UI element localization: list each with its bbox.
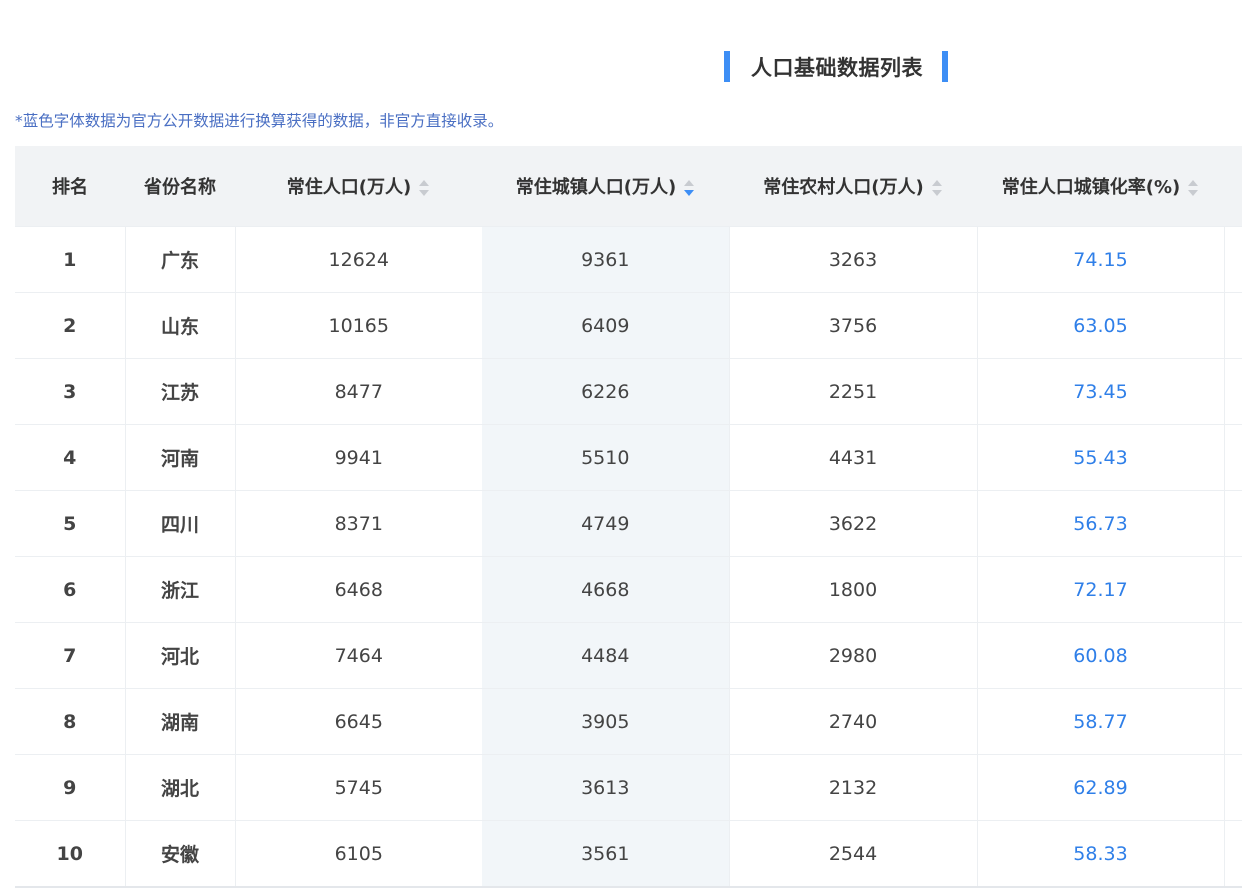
table-row: 8 湖南 6645 3905 2740 58.77 [15,688,1242,755]
cell-rural-population: 2740 [729,688,978,755]
header-urbanization-rate[interactable]: 常住人口城镇化率(%) [977,146,1224,227]
cell-extra [1224,424,1242,491]
cell-rank: 8 [15,688,126,755]
header-rural-population[interactable]: 常住农村人口(万人) [729,146,977,227]
sort-descending-icon[interactable] [684,180,695,196]
cell-rural-population: 2132 [729,754,978,821]
cell-urban-population: 4749 [482,490,730,557]
cell-urban-population: 6226 [482,358,730,425]
cell-urbanization-rate: 62.89 [977,754,1225,821]
cell-population: 6468 [235,556,482,623]
table-row: 4 河南 9941 5510 4431 55.43 [15,424,1242,491]
cell-extra [1224,292,1242,359]
header-rank: 排名 [15,146,125,227]
cell-province: 湖北 [125,754,236,821]
table-row: 2 山东 10165 6409 3756 63.05 [15,292,1242,359]
section-title: 人口基础数据列表 [724,51,948,82]
cell-province: 山东 [125,292,236,359]
cell-rank: 5 [15,490,126,557]
cell-rank: 2 [15,292,126,359]
cell-population: 7464 [235,622,482,689]
cell-extra [1224,556,1242,623]
cell-province: 广东 [125,226,236,293]
cell-urban-population: 4484 [482,622,730,689]
cell-extra [1224,226,1242,293]
header-province: 省份名称 [125,146,235,227]
cell-rural-population: 3756 [729,292,978,359]
cell-urbanization-rate: 60.08 [977,622,1225,689]
header-population[interactable]: 常住人口(万人) [235,146,482,227]
cell-rural-population: 1800 [729,556,978,623]
cell-urbanization-rate: 73.45 [977,358,1225,425]
table-row: 1 广东 12624 9361 3263 74.15 [15,226,1242,293]
cell-rural-population: 4431 [729,424,978,491]
cell-rank: 4 [15,424,126,491]
sort-icon[interactable] [1188,180,1199,196]
title-bar-left [724,51,730,82]
cell-province: 江苏 [125,358,236,425]
cell-rural-population: 2980 [729,622,978,689]
title-bar-right [942,51,948,82]
cell-province: 河南 [125,424,236,491]
cell-urbanization-rate: 58.33 [977,820,1225,888]
header-urban-population[interactable]: 常住城镇人口(万人) [482,146,729,227]
table-header-row: 排名 省份名称 常住人口(万人) 常住城镇人口(万人) 常住农村人口(万人) 常… [15,146,1242,227]
cell-urban-population: 9361 [482,226,730,293]
cell-rank: 7 [15,622,126,689]
cell-extra [1224,820,1242,888]
table-row: 9 湖北 5745 3613 2132 62.89 [15,754,1242,821]
cell-extra [1224,490,1242,557]
cell-population: 6105 [235,820,482,888]
cell-urbanization-rate: 74.15 [977,226,1225,293]
cell-rank: 9 [15,754,126,821]
cell-urbanization-rate: 63.05 [977,292,1225,359]
sort-icon[interactable] [931,180,943,196]
header-extra [1224,146,1242,227]
cell-extra [1224,688,1242,755]
cell-urbanization-rate: 72.17 [977,556,1225,623]
cell-rural-population: 3622 [729,490,978,557]
table-row: 5 四川 8371 4749 3622 56.73 [15,490,1242,557]
cell-rank: 1 [15,226,126,293]
cell-urban-population: 3613 [482,754,730,821]
cell-rural-population: 3263 [729,226,978,293]
table-row: 6 浙江 6468 4668 1800 72.17 [15,556,1242,623]
population-table: 排名 省份名称 常住人口(万人) 常住城镇人口(万人) 常住农村人口(万人) 常… [15,146,1242,888]
sort-icon[interactable] [419,180,430,196]
cell-population: 6645 [235,688,482,755]
table-row: 7 河北 7464 4484 2980 60.08 [15,622,1242,689]
cell-urban-population: 3905 [482,688,730,755]
cell-population: 9941 [235,424,482,491]
table-row: 3 江苏 8477 6226 2251 73.45 [15,358,1242,425]
cell-province: 四川 [125,490,236,557]
cell-rank: 10 [15,820,126,888]
cell-urban-population: 4668 [482,556,730,623]
cell-population: 5745 [235,754,482,821]
cell-urban-population: 3561 [482,820,730,888]
cell-rank: 3 [15,358,126,425]
cell-population: 12624 [235,226,482,293]
cell-extra [1224,754,1242,821]
cell-urbanization-rate: 58.77 [977,688,1225,755]
table-row: 10 安徽 6105 3561 2544 58.33 [15,820,1242,888]
cell-population: 8371 [235,490,482,557]
cell-province: 浙江 [125,556,236,623]
cell-province: 湖南 [125,688,236,755]
cell-urbanization-rate: 55.43 [977,424,1225,491]
data-note: *蓝色字体数据为官方公开数据进行换算获得的数据，非官方直接收录。 [15,112,504,130]
cell-rural-population: 2251 [729,358,978,425]
cell-province: 安徽 [125,820,236,888]
page-title: 人口基础数据列表 [751,55,923,80]
cell-rural-population: 2544 [729,820,978,888]
cell-extra [1224,358,1242,425]
cell-urban-population: 6409 [482,292,730,359]
cell-rank: 6 [15,556,126,623]
cell-province: 河北 [125,622,236,689]
cell-population: 10165 [235,292,482,359]
cell-extra [1224,622,1242,689]
cell-urban-population: 5510 [482,424,730,491]
cell-population: 8477 [235,358,482,425]
cell-urbanization-rate: 56.73 [977,490,1225,557]
